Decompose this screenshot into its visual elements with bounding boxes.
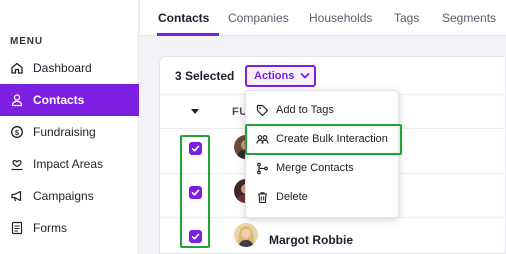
menu-item-delete[interactable]: Delete (246, 183, 400, 211)
sidebar-item-label: Forms (33, 221, 67, 235)
checkmark-icon (191, 189, 200, 196)
menu-item-create-bulk-interaction[interactable]: Create Bulk Interaction (246, 125, 400, 153)
trash-icon (256, 191, 269, 204)
tab-companies[interactable]: Companies (228, 11, 289, 25)
megaphone-icon (10, 189, 24, 203)
active-tab-indicator (157, 33, 219, 36)
table-row[interactable]: Margot Robbie (160, 218, 506, 254)
tab-bar: Contacts Companies Households Tags Segme… (140, 0, 506, 36)
dollar-coin-icon: $ (10, 125, 24, 139)
checkmark-icon (191, 233, 200, 240)
sidebar-item-contacts[interactable]: Contacts (0, 84, 139, 116)
row-checkbox[interactable] (189, 142, 202, 155)
sidebar-item-fundraising[interactable]: $ Fundraising (0, 116, 139, 148)
tab-contacts[interactable]: Contacts (158, 11, 209, 25)
select-all-caret-icon[interactable] (191, 109, 199, 114)
row-checkbox[interactable] (189, 186, 202, 199)
sidebar-item-label: Fundraising (33, 125, 96, 139)
menu-item-label: Create Bulk Interaction (276, 133, 388, 145)
checkmark-icon (191, 145, 200, 152)
menu-item-merge-contacts[interactable]: Merge Contacts (246, 154, 400, 182)
sidebar-item-label: Campaigns (33, 189, 94, 203)
sidebar-item-label: Dashboard (33, 61, 92, 75)
sidebar-item-campaigns[interactable]: Campaigns (0, 180, 139, 212)
chevron-down-icon (300, 73, 310, 79)
tab-tags[interactable]: Tags (394, 11, 419, 25)
home-icon (10, 61, 24, 75)
actions-button[interactable]: Actions (245, 65, 316, 87)
actions-button-label: Actions (254, 70, 295, 82)
svg-text:$: $ (15, 128, 20, 137)
merge-icon (256, 162, 269, 175)
form-icon (10, 221, 24, 235)
menu-heading: MENU (10, 36, 44, 47)
sidebar-item-label: Contacts (33, 93, 85, 107)
row-checkbox[interactable] (189, 230, 202, 243)
tab-segments[interactable]: Segments (442, 11, 496, 25)
tab-households[interactable]: Households (309, 11, 372, 25)
sidebar-item-forms[interactable]: Forms (0, 212, 139, 244)
sidebar: MENU Dashboard Contacts $ Fundraising Im… (0, 0, 139, 254)
actions-dropdown-menu: Add to Tags Create Bulk Interaction Merg… (245, 90, 399, 218)
menu-item-label: Merge Contacts (276, 162, 354, 174)
sidebar-item-dashboard[interactable]: Dashboard (0, 52, 139, 84)
sidebar-item-label: Impact Areas (33, 157, 104, 171)
tag-icon (256, 104, 269, 117)
sidebar-item-impact-areas[interactable]: Impact Areas (0, 148, 139, 180)
menu-item-label: Add to Tags (276, 104, 334, 116)
selected-count: 3 Selected (175, 69, 235, 83)
people-icon (256, 133, 269, 146)
person-icon (10, 93, 24, 107)
hand-heart-icon (10, 157, 24, 171)
contact-name[interactable]: Margot Robbie (269, 233, 353, 247)
menu-item-label: Delete (276, 191, 308, 203)
avatar (234, 223, 258, 247)
menu-item-add-to-tags[interactable]: Add to Tags (246, 96, 400, 124)
